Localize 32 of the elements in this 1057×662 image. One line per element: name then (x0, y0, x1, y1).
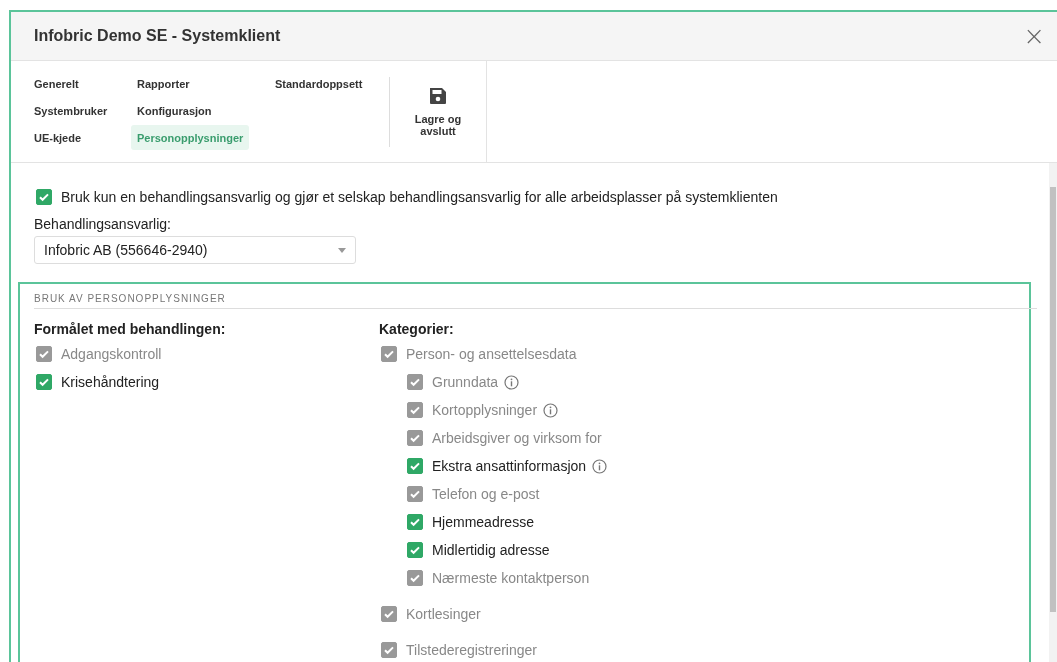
nav-tab[interactable]: Rapporter (131, 71, 196, 96)
nav-tab[interactable]: Generelt (28, 71, 85, 96)
caret-icon (338, 247, 346, 253)
field-label: Behandlingsansvarlig: (34, 216, 172, 232)
nav-tab[interactable]: UE-kjede (28, 125, 88, 150)
checkbox-label: Person- og ansettelsesdata (406, 346, 577, 362)
checkbox[interactable] (36, 189, 52, 205)
nav-tab[interactable]: Standardoppsett (269, 71, 369, 96)
checkbox-label: Kortlesinger (406, 606, 481, 622)
checkbox[interactable] (36, 374, 52, 390)
checkbox-label: Bruk kun en behandlingsansvarlig og gjør et selskap behandlingsansvarlig for alle arbeidsplasser på systemklienten (61, 189, 778, 205)
checkbox-label: Tilstederegistreringer (406, 642, 537, 658)
checkbox-label: Ekstra ansattinformasjon (432, 458, 587, 474)
checkbox-label: Grunndata (432, 374, 499, 390)
checkbox-label: Arbeidsgiver og virksom for (432, 430, 602, 446)
window-title: Infobric Demo SE - Systemklient (34, 27, 281, 45)
controller-dropdown[interactable]: Infobric AB (556646-2940) (34, 236, 356, 264)
checkbox-label: Telefon og e-post (432, 486, 540, 502)
checkbox-label: Krisehåndtering (61, 374, 160, 390)
section-title: BRUK AV PERSONOPPLYSNINGER (34, 284, 1037, 309)
nav-tab[interactable]: Systembruker (28, 98, 114, 123)
close-button[interactable]: × (1011, 21, 1057, 51)
checkbox-label: Nærmeste kontaktperson (432, 570, 590, 586)
checkbox-label: Adgangskontroll (61, 346, 162, 362)
checkbox-label: Hjemmeadresse (432, 514, 534, 530)
save-icon (429, 86, 447, 105)
scrollbar-thumb[interactable] (1050, 187, 1056, 612)
checkbox-label: Midlertidig adresse (432, 542, 550, 558)
column-heading: Formålet med behandlingen: (34, 320, 227, 339)
checkbox-label: Kortopplysninger (432, 402, 538, 418)
column-heading: Kategorier: (379, 320, 455, 339)
nav-tab[interactable]: Konfigurasjon (131, 98, 218, 123)
